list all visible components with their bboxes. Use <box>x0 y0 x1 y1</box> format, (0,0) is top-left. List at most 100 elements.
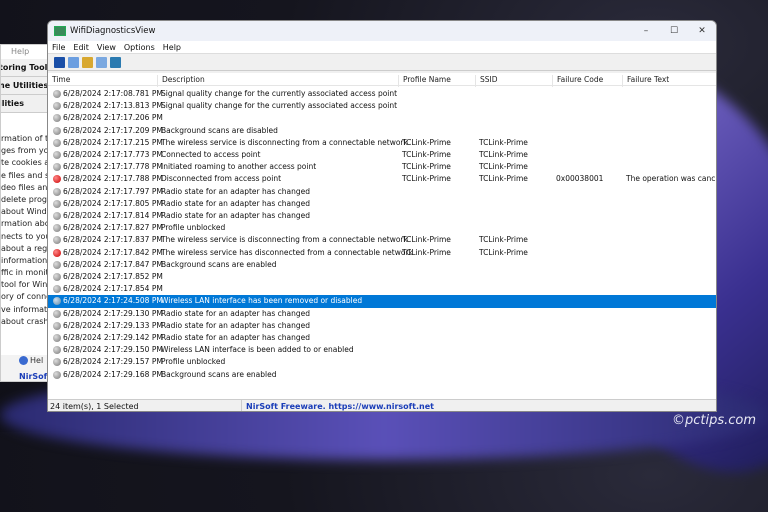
column-header-profile-name[interactable]: Profile Name <box>398 75 451 87</box>
cell-desc: Radio state for an adapter has changed <box>161 211 311 220</box>
table-row[interactable]: 6/28/2024 2:17:13.813 PM Signal quality c… <box>48 100 716 112</box>
status-item-count: 24 item(s), 1 Selected <box>48 400 242 411</box>
menu-edit[interactable]: Edit <box>73 43 89 52</box>
table-row[interactable]: 6/28/2024 2:17:29.133 PM Radio state for … <box>48 320 716 332</box>
cell-time: 6/28/2024 2:17:17.778 PM <box>63 162 163 172</box>
cell-time: 6/28/2024 2:17:17.209 PM <box>63 125 163 135</box>
cell-desc: Profile unblocked <box>161 223 226 233</box>
table-row[interactable]: 6/28/2024 2:17:17.778 PM Initiated roamin… <box>48 161 716 173</box>
table-row[interactable]: 6/28/2024 2:17:17.847 PM Background scans… <box>48 259 716 271</box>
minimize-button[interactable]: – <box>632 26 660 36</box>
cell-time: 6/28/2024 2:17:17.827 PM <box>63 223 163 233</box>
cell-desc: Connected to access point <box>161 150 261 159</box>
list-header: Time Description Profile Name SSID Failure C… <box>48 73 716 87</box>
table-row[interactable]: 6/28/2024 2:17:29.150 PM Wireless LAN int… <box>48 344 716 356</box>
cell-text: The operation was canc... <box>626 174 717 184</box>
cell-time: 6/28/2024 2:17:29.150 PM <box>63 345 163 355</box>
cell-profile: TCLink-Prime <box>402 235 451 245</box>
table-row[interactable]: 6/28/2024 2:17:17.827 PM Profile unblocke… <box>48 222 716 234</box>
table-row[interactable]: 6/28/2024 2:17:17.773 PM Connected to acc… <box>48 149 716 161</box>
column-header-ssid[interactable]: SSID <box>475 75 498 87</box>
cell-time: 6/28/2024 2:17:29.157 PM <box>63 357 163 367</box>
title-bar[interactable]: WifiDiagnosticsView – ☐ ✕ <box>48 21 716 41</box>
column-header-failure-text[interactable]: Failure Text <box>622 75 669 87</box>
cell-desc: Radio state for an adapter has changed <box>161 333 311 342</box>
column-header-time[interactable]: Time <box>48 75 70 87</box>
cell-desc: Initiated roaming to another access poin… <box>161 162 317 172</box>
cell-ssid: TCLink-Prime <box>479 247 528 257</box>
menu-help[interactable]: Help <box>163 43 181 52</box>
column-header-failure-code[interactable]: Failure Code <box>552 75 603 87</box>
maximize-button[interactable]: ☐ <box>660 26 688 36</box>
status-gray-icon <box>53 321 61 330</box>
status-gray-icon <box>53 90 61 98</box>
save-icon[interactable] <box>54 56 65 68</box>
table-row[interactable]: 6/28/2024 2:17:17.797 PM Radio state for … <box>48 186 716 198</box>
exit-icon[interactable] <box>110 56 121 68</box>
cell-desc: Radio state for an adapter has changed <box>161 308 311 318</box>
table-row[interactable]: 6/28/2024 2:17:17.215 PM The wireless ser… <box>48 137 716 149</box>
table-row[interactable]: 6/28/2024 2:17:17.854 PM <box>48 283 716 295</box>
nirsoft-link[interactable]: NirSoft Freeware. https://www.nirsoft.ne… <box>242 400 434 411</box>
cell-time: 6/28/2024 2:17:17.837 PM <box>63 235 163 245</box>
table-row[interactable]: 6/28/2024 2:17:17.209 PM Background scans… <box>48 125 716 137</box>
table-row[interactable]: 6/28/2024 2:17:17.842 PM The wireless ser… <box>48 247 716 259</box>
wifidiagnosticsview-window: WifiDiagnosticsView – ☐ ✕ File Edit View Op… <box>47 20 717 412</box>
table-row[interactable]: 6/28/2024 2:17:08.781 PM Signal quality c… <box>48 88 716 100</box>
cell-time: 6/28/2024 2:17:29.168 PM <box>63 369 163 379</box>
status-gray-icon <box>53 285 61 294</box>
cell-time: 6/28/2024 2:17:17.842 PM <box>63 247 163 257</box>
table-row[interactable]: 6/28/2024 2:17:17.852 PM <box>48 271 716 283</box>
table-row[interactable]: 6/28/2024 2:17:17.788 PM Disconnected fro… <box>48 173 717 185</box>
cell-time: 6/28/2024 2:17:17.814 PM <box>63 211 163 220</box>
status-gray-icon <box>53 151 61 159</box>
cell-desc: Signal quality change for the currently … <box>161 101 398 111</box>
table-row[interactable]: 6/28/2024 2:17:17.814 PM Radio state for … <box>48 210 716 222</box>
menu-view[interactable]: View <box>97 43 116 52</box>
help-icon <box>19 356 28 365</box>
status-gray-icon <box>53 102 61 111</box>
bg-help-button[interactable]: Hel <box>19 356 43 365</box>
copy-icon[interactable] <box>68 56 79 68</box>
cell-desc: Wireless LAN interface is been added to … <box>161 345 354 355</box>
table-row[interactable]: 6/28/2024 2:17:17.206 PM <box>48 112 716 124</box>
column-header-description[interactable]: Description <box>157 75 205 87</box>
events-list[interactable]: Time Description Profile Name SSID Failure C… <box>48 73 717 399</box>
cell-ssid: TCLink-Prime <box>479 174 528 184</box>
cell-ssid: TCLink-Prime <box>479 137 528 147</box>
status-gray-icon <box>53 138 61 147</box>
cell-time: 6/28/2024 2:17:17.788 PM <box>63 174 163 184</box>
cell-ssid: TCLink-Prime <box>479 150 528 159</box>
table-row[interactable]: 6/28/2024 2:17:17.837 PM The wireless ser… <box>48 234 716 246</box>
cell-time: 6/28/2024 2:17:17.847 PM <box>63 259 163 269</box>
properties-icon[interactable] <box>82 56 93 68</box>
table-row[interactable]: 6/28/2024 2:17:17.805 PM Radio state for … <box>48 198 716 210</box>
cell-time: 6/28/2024 2:17:17.852 PM <box>63 272 163 281</box>
status-red-icon <box>53 248 61 257</box>
cell-desc: Wireless LAN interface has been removed … <box>161 296 363 306</box>
cell-profile: TCLink-Prime <box>402 247 451 257</box>
close-button[interactable]: ✕ <box>688 26 716 36</box>
cell-time: 6/28/2024 2:17:17.797 PM <box>63 186 163 196</box>
html-report-icon[interactable] <box>96 56 107 68</box>
menu-options[interactable]: Options <box>124 43 155 52</box>
menu-file[interactable]: File <box>52 43 65 52</box>
cell-profile: TCLink-Prime <box>402 174 451 184</box>
cell-desc: The wireless service is disconnecting fr… <box>161 137 408 147</box>
cell-time: 6/28/2024 2:17:17.215 PM <box>63 137 163 147</box>
cell-desc: Profile unblocked <box>161 357 226 367</box>
table-row[interactable]: 6/28/2024 2:17:24.508 PM Wireless LAN int… <box>48 295 716 308</box>
cell-ssid: TCLink-Prime <box>479 235 528 245</box>
cell-desc: Disconnected from access point <box>161 174 282 184</box>
status-gray-icon <box>53 163 61 172</box>
table-row[interactable]: 6/28/2024 2:17:29.142 PM Radio state for … <box>48 332 716 344</box>
cell-desc: Background scans are enabled <box>161 259 277 269</box>
cell-time: 6/28/2024 2:17:29.142 PM <box>63 333 163 342</box>
table-row[interactable]: 6/28/2024 2:17:29.157 PM Profile unblocke… <box>48 356 716 368</box>
status-gray-icon <box>53 114 61 123</box>
status-gray-icon <box>53 260 61 269</box>
status-gray-icon <box>53 370 61 379</box>
table-row[interactable]: 6/28/2024 2:17:29.168 PM Background scans… <box>48 369 716 381</box>
table-row[interactable]: 6/28/2024 2:17:29.130 PM Radio state for … <box>48 308 716 320</box>
cell-time: 6/28/2024 2:17:13.813 PM <box>63 101 163 111</box>
